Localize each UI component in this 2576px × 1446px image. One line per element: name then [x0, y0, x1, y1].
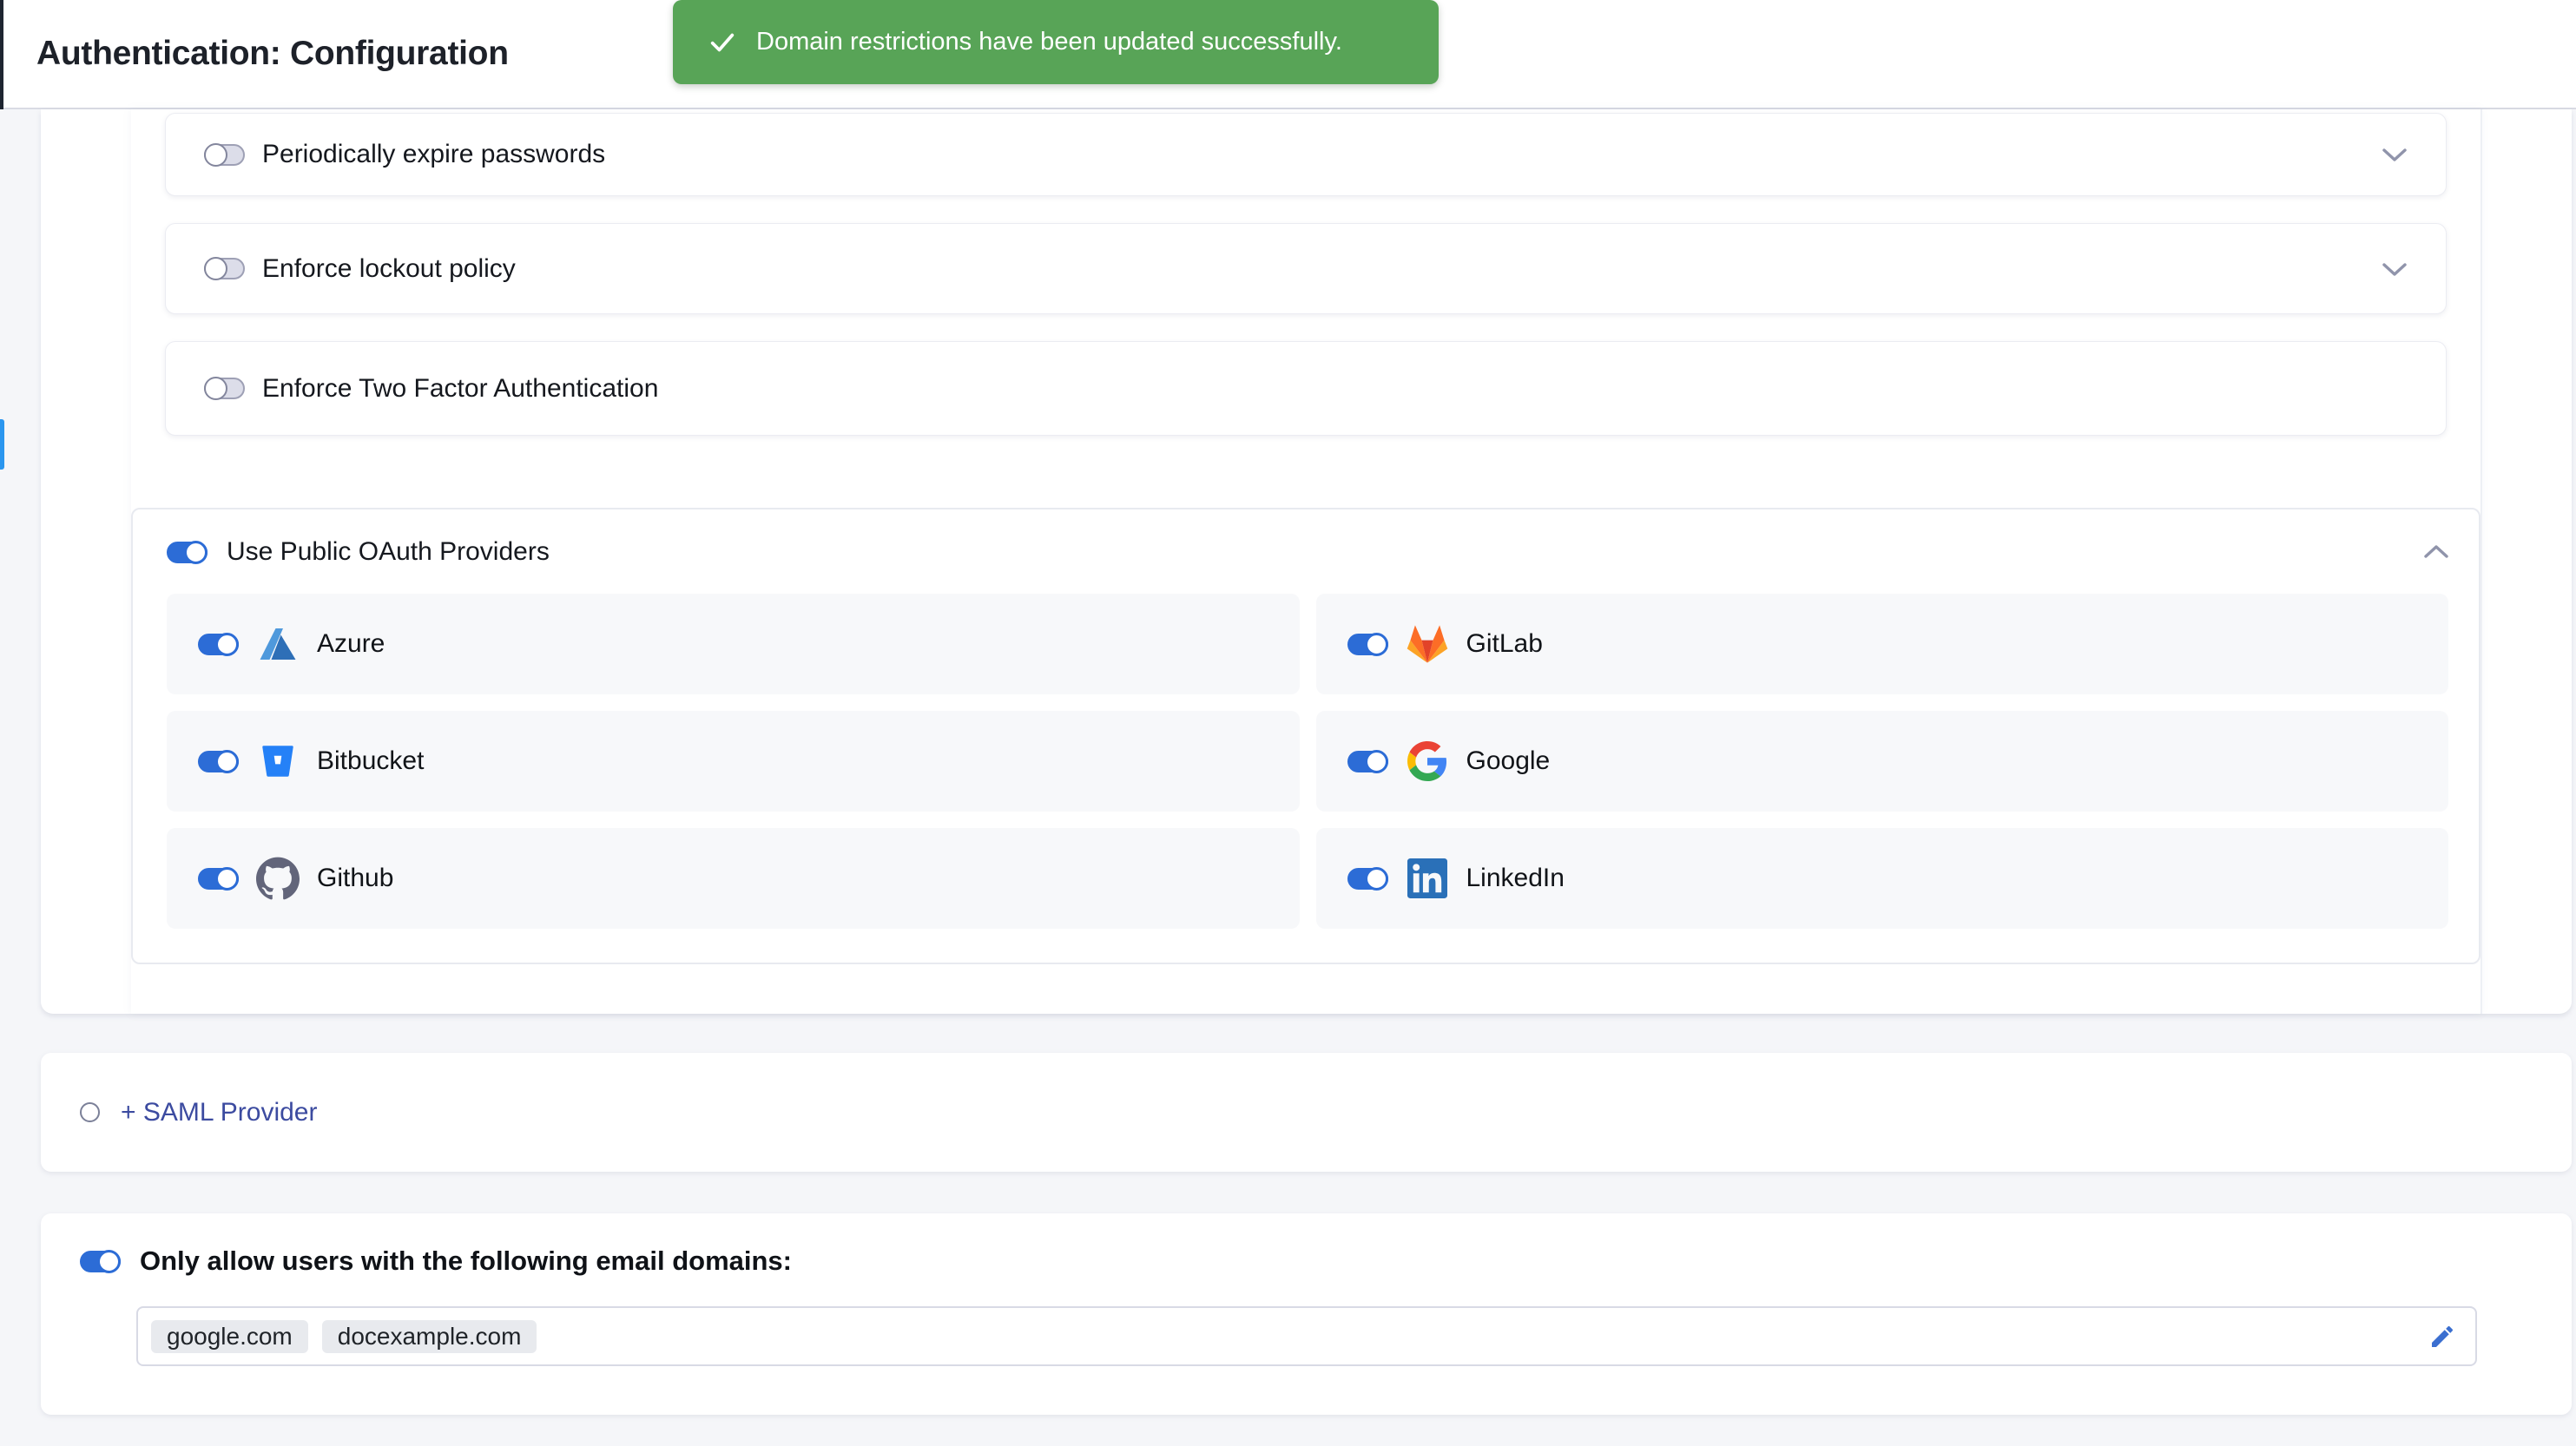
- add-saml-provider-link[interactable]: + SAML Provider: [121, 1098, 317, 1127]
- check-icon: [708, 28, 737, 57]
- saml-provider-panel: + SAML Provider: [41, 1053, 2572, 1172]
- setting-label: Periodically expire passwords: [262, 140, 605, 169]
- provider-row-github: Github: [167, 828, 1300, 929]
- setting-label: Enforce lockout policy: [262, 254, 516, 284]
- email-domains-header: Only allow users with the following emai…: [80, 1246, 792, 1277]
- lockout-policy-toggle[interactable]: [204, 258, 245, 279]
- linkedin-toggle[interactable]: [1347, 868, 1388, 890]
- toggle-knob: [1365, 750, 1388, 773]
- domain-tag: docexample.com: [322, 1320, 537, 1353]
- toggle-knob: [215, 867, 239, 891]
- google-icon: [1404, 738, 1451, 785]
- left-edge-strip: [0, 0, 3, 109]
- linkedin-icon: [1404, 855, 1451, 902]
- provider-row-gitlab: GitLab: [1316, 594, 2449, 694]
- chevron-up-icon[interactable]: [2423, 544, 2449, 560]
- domain-tag: google.com: [151, 1320, 308, 1353]
- oauth-section-header: Use Public OAuth Providers: [133, 509, 2479, 595]
- provider-row-bitbucket: Bitbucket: [167, 711, 1300, 812]
- setting-row-expire-passwords: Periodically expire passwords: [165, 113, 2447, 196]
- page-title: Authentication: Configuration: [36, 0, 509, 108]
- toggle-knob: [1365, 633, 1388, 656]
- success-toast: Domain restrictions have been updated su…: [673, 0, 1439, 84]
- scroll-indicator: [0, 419, 4, 470]
- toggle-knob: [204, 143, 227, 167]
- toggle-knob: [1365, 867, 1388, 891]
- azure-toggle[interactable]: [198, 634, 239, 655]
- github-toggle[interactable]: [198, 868, 239, 890]
- provider-label: GitLab: [1466, 629, 1543, 659]
- provider-label: LinkedIn: [1466, 864, 1565, 893]
- email-domains-toggle[interactable]: [80, 1251, 121, 1272]
- email-domains-label: Only allow users with the following emai…: [140, 1246, 792, 1277]
- bitbucket-toggle[interactable]: [198, 751, 239, 772]
- chevron-down-icon[interactable]: [2382, 147, 2408, 162]
- setting-row-lockout-policy: Enforce lockout policy: [165, 223, 2447, 314]
- provider-row-google: Google: [1316, 711, 2449, 812]
- saml-radio[interactable]: [80, 1102, 100, 1122]
- toast-message: Domain restrictions have been updated su…: [756, 28, 1342, 56]
- chevron-down-icon[interactable]: [2382, 261, 2408, 277]
- two-factor-toggle[interactable]: [204, 378, 245, 399]
- oauth-provider-grid: Azure GitLab: [167, 594, 2448, 929]
- provider-label: Bitbucket: [317, 746, 424, 776]
- edit-pencil-icon[interactable]: [2428, 1323, 2456, 1351]
- gitlab-icon: [1404, 621, 1451, 667]
- expire-passwords-toggle[interactable]: [204, 144, 245, 166]
- toggle-knob: [215, 750, 239, 773]
- toggle-knob: [215, 633, 239, 656]
- github-icon: [254, 855, 301, 902]
- oauth-section: Use Public OAuth Providers Azure: [131, 508, 2480, 964]
- toggle-knob: [204, 377, 227, 400]
- provider-row-linkedin: LinkedIn: [1316, 828, 2449, 929]
- toggle-knob: [97, 1250, 121, 1273]
- email-domains-input[interactable]: google.com docexample.com: [136, 1306, 2477, 1366]
- provider-label: Github: [317, 864, 393, 893]
- setting-row-two-factor: Enforce Two Factor Authentication: [165, 341, 2447, 436]
- oauth-section-label: Use Public OAuth Providers: [227, 537, 550, 567]
- provider-row-azure: Azure: [167, 594, 1300, 694]
- gitlab-toggle[interactable]: [1347, 634, 1388, 655]
- provider-label: Google: [1466, 746, 1551, 776]
- right-gutter-divider: [2480, 109, 2482, 1014]
- bitbucket-icon: [254, 738, 301, 785]
- provider-label: Azure: [317, 629, 385, 659]
- setting-label: Enforce Two Factor Authentication: [262, 374, 658, 404]
- toggle-knob: [204, 257, 227, 280]
- azure-icon: [254, 621, 301, 667]
- oauth-toggle[interactable]: [167, 542, 208, 563]
- google-toggle[interactable]: [1347, 751, 1388, 772]
- authentication-configuration-page: Authentication: Configuration Domain res…: [0, 0, 2576, 1446]
- toggle-knob: [184, 541, 208, 564]
- email-domains-panel: Only allow users with the following emai…: [41, 1213, 2572, 1415]
